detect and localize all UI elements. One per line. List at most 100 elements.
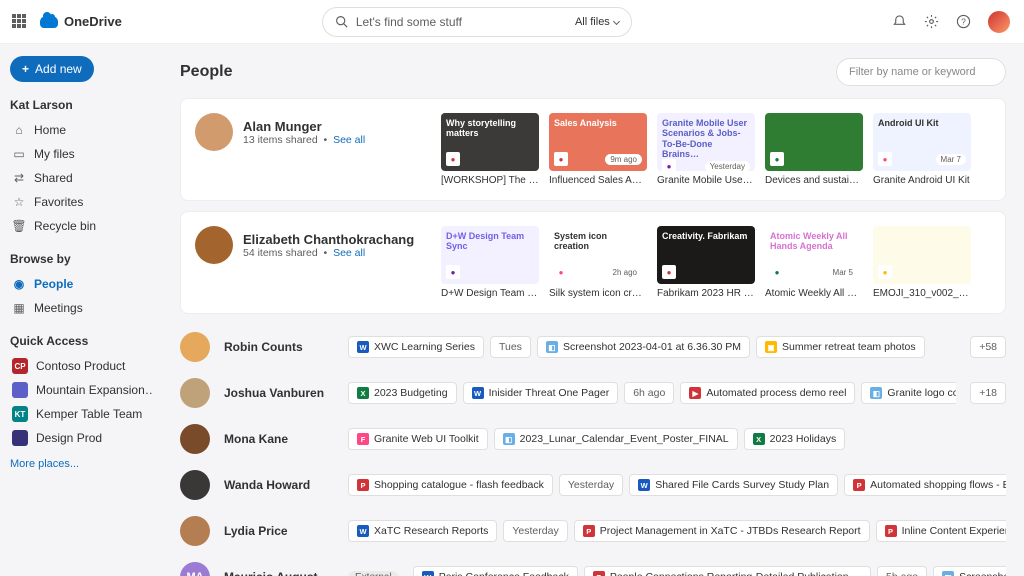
file-thumb[interactable]: Atomic Weekly All Hands Agenda●Mar 5 Ato…: [765, 226, 863, 299]
person-name[interactable]: Mauricio August: [224, 570, 334, 576]
notifications-button[interactable]: [890, 13, 908, 31]
filter-input[interactable]: Filter by name or keyword: [836, 58, 1006, 86]
file-chip[interactable]: PAutomated shopping flows - End user st…: [844, 474, 1006, 496]
file-thumb[interactable]: ● EMOJI_310_v002_4k_1035: [873, 226, 971, 299]
person-name[interactable]: Joshua Vanburen: [224, 386, 334, 400]
file-thumb[interactable]: Why storytelling matters● [WORKSHOP] The…: [441, 113, 539, 186]
nav-recycle[interactable]: 🗑Recycle bin: [10, 214, 152, 238]
file-chip[interactable]: ◧Screenshot 2023-01-31 at …: [933, 566, 1006, 576]
person-avatar[interactable]: MA: [180, 562, 210, 576]
thumb-caption: [WORKSHOP] The impor…: [441, 175, 539, 186]
onedrive-icon: [40, 16, 58, 28]
file-chip[interactable]: WShared File Cards Survey Study Plan: [629, 474, 838, 496]
file-chip[interactable]: PInline Content Experience in XaTC - …: [876, 520, 1006, 542]
file-thumb[interactable]: Sales Analysis●9m ago Influenced Sales A…: [549, 113, 647, 186]
see-all-link[interactable]: See all: [333, 247, 365, 259]
nav-myfiles[interactable]: ▭My files: [10, 142, 152, 166]
time-chip: 6h ago: [624, 382, 674, 404]
nav-home[interactable]: ⌂Home: [10, 118, 152, 142]
time-pill: Mar 5: [828, 267, 858, 278]
person-avatar[interactable]: [180, 332, 210, 362]
more-count[interactable]: +18: [970, 382, 1006, 404]
file-chip[interactable]: ▶Automated process demo reel: [680, 382, 855, 404]
app-launcher-icon[interactable]: [12, 14, 28, 30]
chevron-down-icon: [613, 18, 620, 25]
brand: OneDrive: [40, 14, 122, 29]
file-chip[interactable]: ▣Summer retreat team photos: [756, 336, 925, 358]
file-type-icon: ◧: [546, 341, 558, 353]
file-chip[interactable]: FGranite Web UI Toolkit: [348, 428, 488, 450]
person-icon: ◉: [12, 277, 26, 291]
more-places-link[interactable]: More places...: [10, 458, 152, 470]
file-thumb[interactable]: Creativity. Fabrikam● Fabrikam 2023 HR P…: [657, 226, 755, 299]
search-icon: [335, 15, 348, 28]
search-input[interactable]: Let's find some stuff All files: [322, 7, 632, 37]
nav-favorites[interactable]: ☆Favorites: [10, 190, 152, 214]
time-chip: Tues: [490, 336, 531, 358]
file-chip[interactable]: X2023 Budgeting: [348, 382, 457, 404]
file-thumb[interactable]: D+W Design Team Sync● D+W Design Team Sy…: [441, 226, 539, 299]
file-chip[interactable]: WXWC Learning Series: [348, 336, 484, 358]
calendar-icon: ▦: [12, 301, 26, 315]
more-count[interactable]: +58: [970, 336, 1006, 358]
person-name[interactable]: Mona Kane: [224, 432, 334, 446]
file-chip[interactable]: WInisider Threat One Pager: [463, 382, 619, 404]
file-thumb[interactable]: Android UI Kit●Mar 7 Granite Android UI …: [873, 113, 971, 186]
person-header[interactable]: Alan Munger 13 items shared • See all: [195, 113, 423, 151]
user-avatar[interactable]: [986, 9, 1012, 35]
file-thumb[interactable]: ● Devices and sustainability: [765, 113, 863, 186]
person-name[interactable]: Lydia Price: [224, 524, 334, 538]
settings-button[interactable]: [922, 13, 940, 31]
person-row: MAMauricio AugustExternalWParis Conferen…: [180, 554, 1006, 576]
thumb-caption: Atomic Weekly All Hand…: [765, 288, 863, 299]
file-type-icon: ●: [878, 265, 892, 279]
file-chip[interactable]: ◧2023_Lunar_Calendar_Event_Poster_FINAL: [494, 428, 738, 450]
thumb-caption: Granite Mobile User Sce…: [657, 175, 755, 186]
file-type-icon: ▣: [765, 341, 777, 353]
person-row: Wanda Howard PShopping catalogue - flash …: [180, 462, 1006, 508]
file-thumb[interactable]: System icon creation●2h ago Silk system …: [549, 226, 647, 299]
file-type-icon: W: [357, 341, 369, 353]
file-type-icon: W: [638, 479, 650, 491]
person-name[interactable]: Robin Counts: [224, 340, 334, 354]
file-chip[interactable]: ◧Granite logo color: [861, 382, 956, 404]
file-chip[interactable]: PProject Management in XaTC - JTBDs Rese…: [574, 520, 870, 542]
help-button[interactable]: ?: [954, 13, 972, 31]
person-avatar[interactable]: [180, 378, 210, 408]
file-type-icon: ●: [446, 265, 460, 279]
person-name[interactable]: Wanda Howard: [224, 478, 334, 492]
file-chip[interactable]: X2023 Holidays: [744, 428, 846, 450]
quick-access-item[interactable]: Design Prod: [10, 426, 152, 450]
file-chip[interactable]: PShopping catalogue - flash feedback: [348, 474, 553, 496]
person-avatar[interactable]: [180, 470, 210, 500]
file-chip[interactable]: WParis Conference Feedback: [413, 566, 578, 576]
add-new-button[interactable]: +Add new: [10, 56, 94, 82]
person-avatar: [195, 113, 233, 151]
person-header[interactable]: Elizabeth Chanthokrachang 54 items share…: [195, 226, 423, 264]
files-icon: ▭: [12, 147, 26, 161]
person-avatar[interactable]: [180, 516, 210, 546]
person-name: Alan Munger: [243, 119, 365, 134]
file-type-icon: P: [583, 525, 595, 537]
quick-access-item[interactable]: Mountain Expansion…: [10, 378, 152, 402]
person-avatar: [195, 226, 233, 264]
time-pill: 2h ago: [608, 267, 642, 278]
file-chip[interactable]: WXaTC Research Reports: [348, 520, 497, 542]
nav-people[interactable]: ◉People: [10, 272, 152, 296]
star-icon: ☆: [12, 195, 26, 209]
thumb-caption: Devices and sustainability: [765, 175, 863, 186]
file-chip[interactable]: ◧Screenshot 2023-04-01 at 6.36.30 PM: [537, 336, 750, 358]
time-pill: 9m ago: [605, 154, 642, 165]
file-type-icon: ●: [770, 265, 784, 279]
see-all-link[interactable]: See all: [333, 134, 365, 146]
search-scope-select[interactable]: All files: [575, 16, 619, 28]
file-thumb[interactable]: Granite Mobile User Scenarios & Jobs-To-…: [657, 113, 755, 186]
tile-icon: [12, 382, 28, 398]
file-chip[interactable]: PPeople Connections Reporting-Detailed P…: [584, 566, 871, 576]
person-avatar[interactable]: [180, 424, 210, 454]
file-type-icon: P: [885, 525, 897, 537]
quick-access-item[interactable]: CPContoso Product: [10, 354, 152, 378]
nav-shared[interactable]: ⇄Shared: [10, 166, 152, 190]
nav-meetings[interactable]: ▦Meetings: [10, 296, 152, 320]
quick-access-item[interactable]: KTKemper Table Team: [10, 402, 152, 426]
